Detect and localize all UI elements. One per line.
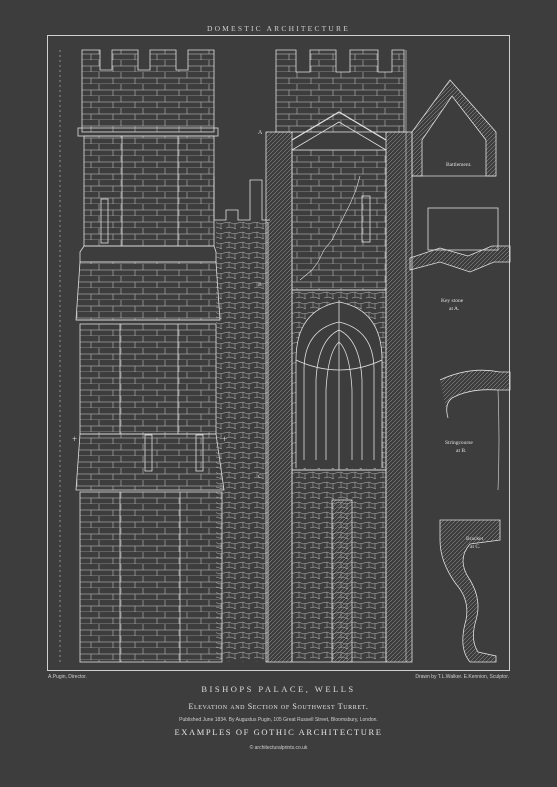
series-title: EXAMPLES OF GOTHIC ARCHITECTURE xyxy=(174,727,383,737)
label-keystone-2: at A. xyxy=(449,306,460,312)
credit-director: A.Pugin, Director. xyxy=(48,674,87,680)
label-battlement: Battlement. xyxy=(446,162,472,168)
elevation-turret: + + xyxy=(59,49,270,663)
stringcourse-profile xyxy=(439,369,511,419)
credit-draughtsman: Drawn by T.L.Walker. E.Kennion, Sculptor… xyxy=(415,674,509,680)
plate-subtitle: Elevation and Section of Southwest Turre… xyxy=(188,702,369,711)
label-stringcourse-2: at B. xyxy=(456,448,467,454)
detail-panel xyxy=(405,50,511,663)
mark-b: B xyxy=(258,282,262,288)
drawing-sheet: DOMESTIC ARCHITECTURE + + A Battlement. … xyxy=(0,0,557,787)
mark-a: A xyxy=(258,130,263,136)
label-bracket-1: Bracket xyxy=(466,536,484,542)
mark-c: C xyxy=(258,474,262,480)
section-turret: A xyxy=(258,49,413,663)
svg-text:+: + xyxy=(72,434,77,444)
label-keystone-1: Key stone xyxy=(441,298,464,304)
label-bracket-2: at C. xyxy=(470,544,481,550)
svg-text:+: + xyxy=(222,434,227,444)
label-stringcourse-1: Stringcourse xyxy=(445,440,473,446)
architectural-drawing: + + A Battlement. Key stone at A. String… xyxy=(59,49,511,663)
publication-line: Published June 1834. By Augustus Pugin, … xyxy=(179,717,378,723)
plate-title: BISHOPS PALACE, WELLS xyxy=(201,684,356,694)
copyright-line: © architecturalprints.co.uk xyxy=(249,745,308,751)
